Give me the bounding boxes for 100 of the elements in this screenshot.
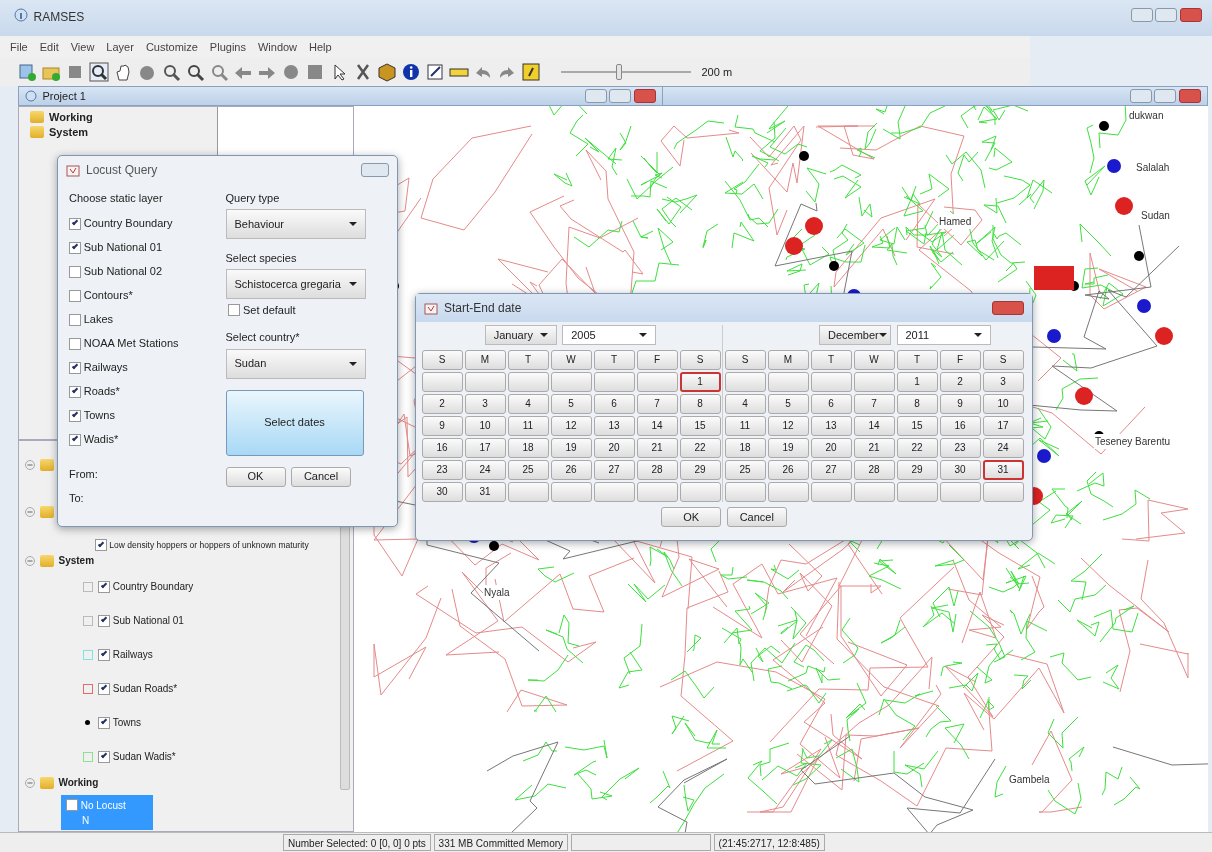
weekday-header[interactable]: S <box>982 349 1024 370</box>
checkbox[interactable] <box>69 433 81 446</box>
checkbox[interactable] <box>98 648 110 661</box>
weekday-header[interactable]: T <box>896 349 938 370</box>
day-button[interactable]: 25 <box>507 459 549 480</box>
day-button[interactable]: 2 <box>939 371 981 392</box>
checkbox[interactable] <box>98 580 110 593</box>
day-button[interactable]: 8 <box>679 393 721 414</box>
checkbox[interactable] <box>94 539 107 552</box>
weekday-header[interactable]: S <box>421 349 463 370</box>
weekday-header[interactable]: F <box>636 349 678 370</box>
day-button[interactable]: 9 <box>421 415 463 436</box>
day-button[interactable]: 20 <box>810 437 852 458</box>
collapse-icon[interactable] <box>24 777 35 788</box>
day-button[interactable]: 16 <box>421 437 463 458</box>
close-button[interactable] <box>1179 89 1201 103</box>
menu-item[interactable]: View <box>70 38 95 56</box>
day-button[interactable]: 25 <box>724 459 766 480</box>
day-button[interactable]: 26 <box>767 459 809 480</box>
checkbox-label[interactable]: Sub National 01 <box>83 239 163 256</box>
month-dropdown[interactable]: January <box>484 324 557 345</box>
day-button[interactable]: 14 <box>636 415 678 436</box>
checkbox[interactable] <box>69 337 81 350</box>
edit-icon[interactable] <box>425 62 445 82</box>
day-button[interactable]: 21 <box>636 437 678 458</box>
day-button[interactable]: 27 <box>810 459 852 480</box>
checkbox[interactable] <box>69 361 81 374</box>
day-button[interactable]: 17 <box>464 437 506 458</box>
note-icon[interactable] <box>521 62 541 82</box>
day-button[interactable]: 10 <box>982 393 1024 414</box>
day-button[interactable]: 24 <box>464 459 506 480</box>
day-button[interactable]: 7 <box>853 393 895 414</box>
day-button[interactable]: 10 <box>464 415 506 436</box>
zoom-out-icon[interactable] <box>185 62 205 82</box>
day-button[interactable]: 29 <box>896 459 938 480</box>
slider-thumb[interactable] <box>616 64 623 80</box>
day-button[interactable]: 26 <box>550 459 592 480</box>
day-button[interactable]: 15 <box>679 415 721 436</box>
checkbox[interactable] <box>228 304 241 316</box>
dropdown[interactable]: Behaviour <box>225 208 366 239</box>
maximize-button[interactable] <box>609 89 632 103</box>
dialog-button[interactable]: Cancel <box>291 466 351 487</box>
new-layer-icon[interactable] <box>17 62 37 82</box>
year-dropdown[interactable]: 2005 <box>562 324 657 345</box>
zoom-box-icon[interactable] <box>89 62 109 82</box>
tree-folder[interactable]: Working <box>58 775 99 791</box>
maximize-button[interactable] <box>1155 8 1178 22</box>
checkbox[interactable] <box>98 716 110 729</box>
weekday-header[interactable]: S <box>679 349 721 370</box>
weekday-header[interactable]: T <box>810 349 852 370</box>
day-button[interactable]: 30 <box>421 481 463 502</box>
day-button[interactable]: 7 <box>636 393 678 414</box>
day-button[interactable]: 4 <box>507 393 549 414</box>
month-dropdown[interactable]: December <box>819 324 891 345</box>
info-icon[interactable] <box>401 62 421 82</box>
day-button[interactable]: 3 <box>982 371 1024 392</box>
day-button[interactable]: 15 <box>896 415 938 436</box>
weekday-header[interactable]: W <box>550 349 592 370</box>
checkbox[interactable] <box>98 682 110 695</box>
checkbox-label[interactable]: Sub National 02 <box>83 263 163 280</box>
close-button[interactable] <box>634 89 656 103</box>
checkbox-label[interactable]: Country Boundary <box>83 215 173 232</box>
dropdown[interactable]: Schistocerca gregaria <box>225 269 366 299</box>
dialog-button[interactable]: Cancel <box>726 507 787 527</box>
tree-folder[interactable]: System <box>58 553 95 569</box>
menu-item[interactable]: File <box>10 38 28 56</box>
day-button[interactable]: 28 <box>853 459 895 480</box>
tree-folder[interactable]: Working <box>49 109 93 126</box>
day-button[interactable]: 22 <box>896 437 938 458</box>
day-button[interactable]: 18 <box>724 437 766 458</box>
day-button[interactable]: 31 <box>982 459 1024 480</box>
checkbox[interactable] <box>98 750 110 763</box>
day-button[interactable]: 9 <box>939 393 981 414</box>
maximize-button[interactable] <box>1154 89 1177 103</box>
checkbox-label[interactable]: Set default <box>243 301 296 319</box>
day-button[interactable]: 20 <box>593 437 635 458</box>
select-dates-button[interactable]: Select dates <box>225 389 364 456</box>
checkbox[interactable] <box>66 799 78 811</box>
menu-item[interactable]: Help <box>309 38 332 56</box>
menu-item[interactable]: Window <box>257 38 298 56</box>
day-button[interactable]: 5 <box>550 393 592 414</box>
hand-icon[interactable] <box>113 62 133 82</box>
layer-label[interactable]: Low density hoppers or hoppers of unknown maturity <box>109 539 309 552</box>
checkbox[interactable] <box>69 385 81 398</box>
day-button[interactable]: 3 <box>464 393 506 414</box>
layer-label[interactable]: Sudan Wadis* <box>112 749 176 765</box>
day-button[interactable]: 28 <box>636 459 678 480</box>
checkbox[interactable] <box>69 217 81 230</box>
checkbox-label[interactable]: NOAA Met Stations <box>83 335 179 352</box>
day-button[interactable]: 1 <box>896 371 938 392</box>
checkbox[interactable] <box>69 241 81 254</box>
day-button[interactable]: 23 <box>939 437 981 458</box>
checkbox[interactable] <box>69 409 81 422</box>
layer-label[interactable]: Sub National 01 <box>112 613 184 629</box>
checkbox[interactable] <box>98 614 110 627</box>
cube-icon[interactable] <box>377 62 397 82</box>
minimize-button[interactable] <box>1129 89 1152 103</box>
day-button[interactable]: 13 <box>593 415 635 436</box>
collapse-icon[interactable] <box>24 507 35 517</box>
day-button[interactable]: 19 <box>550 437 592 458</box>
